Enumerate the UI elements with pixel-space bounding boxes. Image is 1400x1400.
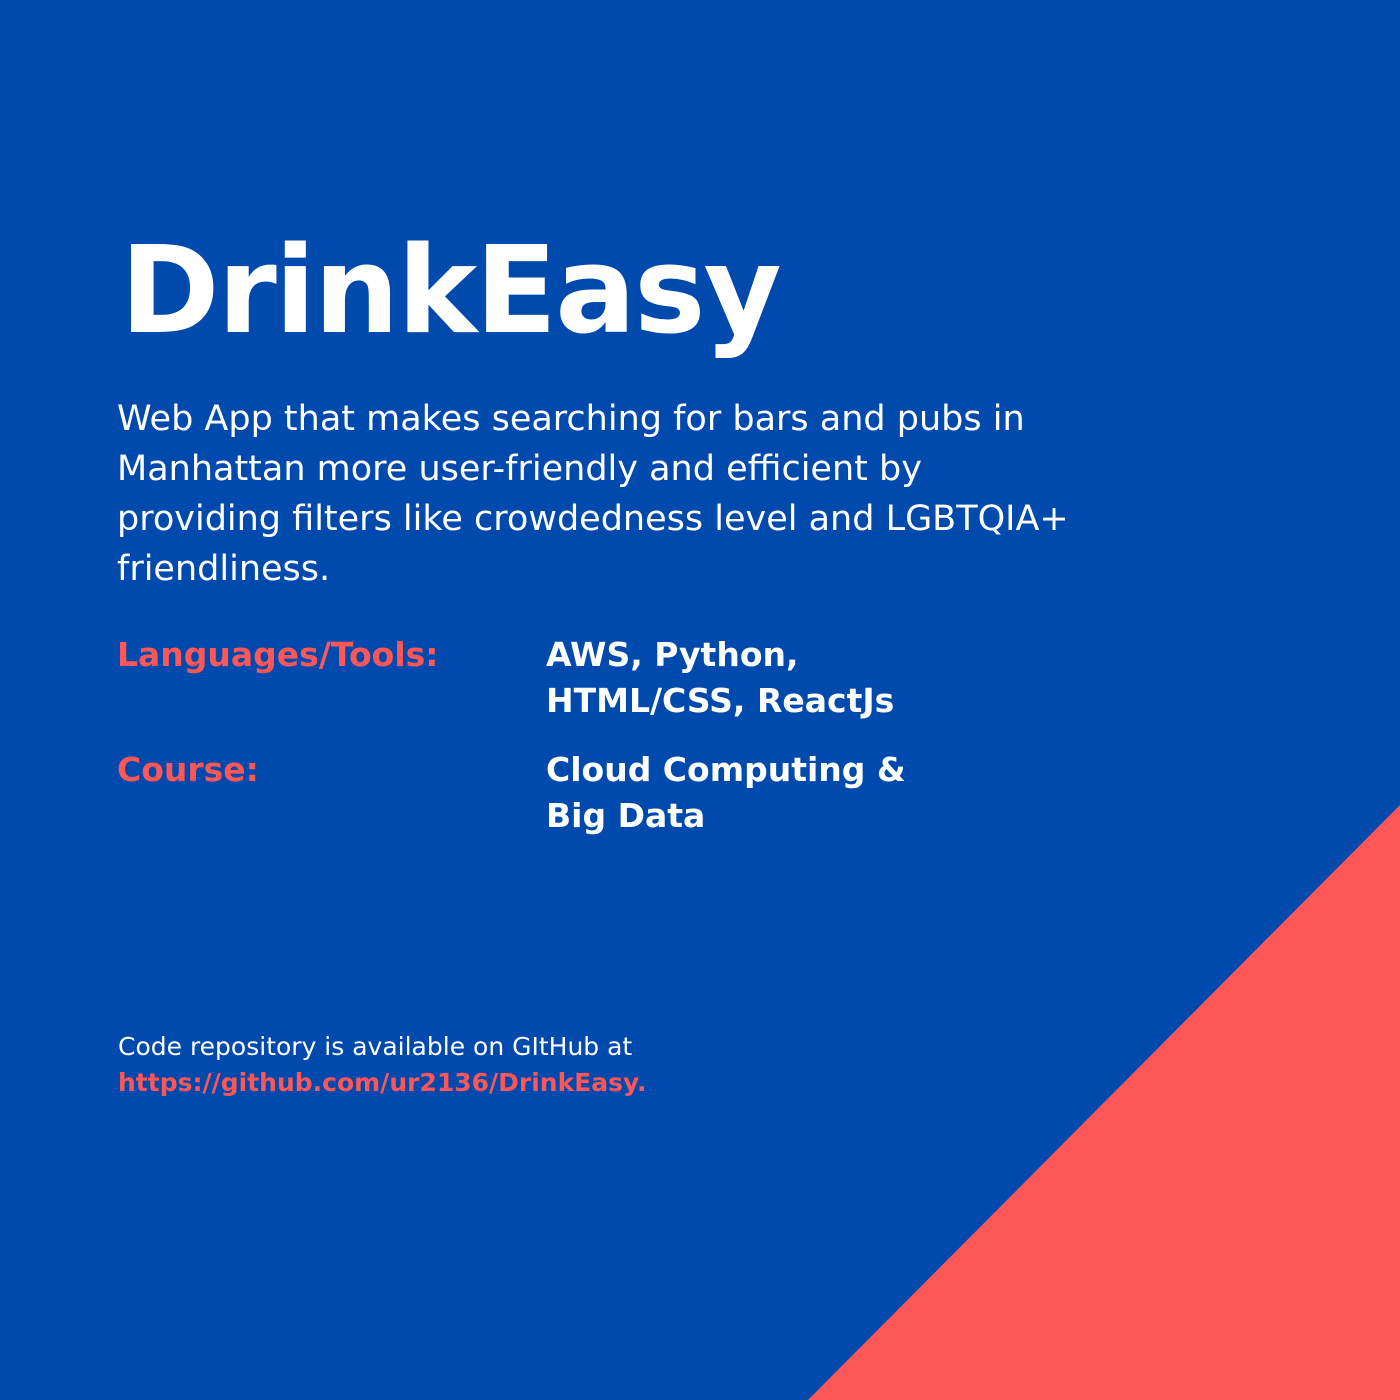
course-value: Cloud Computing & Big Data — [546, 747, 1066, 839]
course-value-line-1: Cloud Computing & — [546, 750, 906, 789]
repository-note: Code repository is available on GItHub a… — [118, 1029, 1018, 1101]
languages-label: Languages/Tools: — [117, 635, 439, 674]
project-title: DrinkEasy — [120, 222, 782, 361]
project-description: Web App that makes searching for bars an… — [117, 399, 1069, 589]
languages-value-line-1: AWS, Python, — [546, 635, 799, 674]
languages-value-line-2: HTML/CSS, ReactJs — [546, 681, 895, 720]
course-value-line-2: Big Data — [546, 796, 706, 835]
course-label: Course: — [117, 750, 259, 789]
repository-text: Code repository is available on GItHub a… — [118, 1032, 633, 1061]
project-card: { "colors": { "background": "#004aad", "… — [0, 0, 1400, 1400]
languages-value: AWS, Python, HTML/CSS, ReactJs — [546, 632, 1066, 724]
repository-link[interactable]: https://github.com/ur2136/DrinkEasy. — [118, 1065, 1018, 1101]
accent-triangle-shape — [808, 805, 1400, 1400]
